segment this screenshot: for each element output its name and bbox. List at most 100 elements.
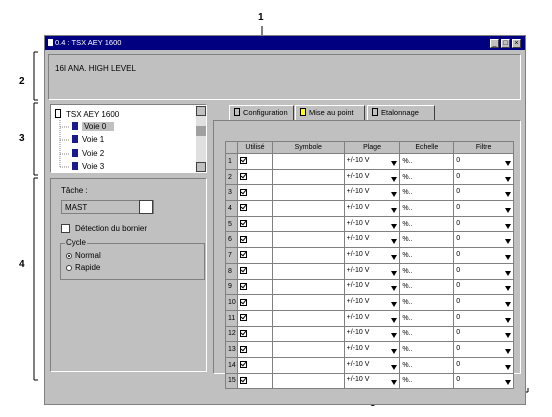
dropdown-arrow-icon[interactable] [391, 364, 398, 370]
filtre-cell[interactable]: 0 [453, 215, 514, 233]
filtre-cell[interactable]: 0 [453, 325, 514, 343]
plage-cell[interactable]: +/-10 V [343, 215, 401, 233]
plage-cell[interactable]: +/-10 V [343, 372, 401, 390]
check-icon[interactable] [239, 173, 247, 181]
maximize-button[interactable]: □ [501, 39, 510, 48]
utilise-cell[interactable] [236, 356, 273, 374]
symbole-cell[interactable] [271, 215, 345, 233]
filtre-cell[interactable]: 0 [453, 153, 514, 170]
symbole-cell[interactable] [271, 325, 345, 343]
dropdown-arrow-icon[interactable] [391, 302, 398, 308]
symbole-cell[interactable] [271, 184, 345, 202]
filtre-cell[interactable]: 0 [453, 168, 514, 186]
check-icon[interactable] [239, 188, 247, 196]
echelle-cell[interactable]: %.. [399, 231, 455, 249]
close-button[interactable]: × [512, 39, 521, 48]
filtre-cell[interactable]: 0 [453, 247, 514, 264]
dropdown-arrow-icon[interactable] [391, 207, 398, 213]
dropdown-arrow-icon[interactable] [505, 364, 511, 370]
utilise-cell[interactable] [236, 153, 273, 170]
dropdown-arrow-icon[interactable] [505, 223, 511, 229]
filtre-cell[interactable]: 0 [453, 341, 514, 358]
plage-cell[interactable]: +/-10 V [343, 341, 401, 358]
dropdown-arrow-icon[interactable] [391, 160, 398, 166]
symbole-cell[interactable] [271, 309, 345, 327]
filtre-cell[interactable]: 0 [453, 184, 514, 202]
dropdown-arrow-icon[interactable] [505, 207, 511, 213]
filtre-cell[interactable]: 0 [453, 372, 514, 390]
plage-cell[interactable]: +/-10 V [343, 309, 401, 327]
dropdown-arrow-icon[interactable] [505, 254, 511, 260]
utilise-cell[interactable] [236, 231, 273, 249]
symbole-cell[interactable] [271, 247, 345, 264]
dropdown-arrow-icon[interactable] [391, 176, 398, 182]
utilise-cell[interactable] [236, 294, 273, 311]
scroll-down-button[interactable] [196, 162, 206, 172]
plage-cell[interactable]: +/-10 V [343, 153, 401, 170]
plage-cell[interactable]: +/-10 V [343, 356, 401, 374]
echelle-cell[interactable]: %.. [399, 325, 455, 343]
symbole-cell[interactable] [271, 153, 345, 170]
plage-cell[interactable]: +/-10 V [343, 184, 401, 202]
tree-scrollbar[interactable] [196, 106, 206, 172]
tree-channel-0[interactable]: Voie 0 [72, 122, 115, 131]
dropdown-arrow-icon[interactable] [505, 317, 511, 323]
dropdown-arrow-icon[interactable] [391, 192, 398, 198]
check-icon[interactable] [239, 282, 247, 290]
tree-channel-3[interactable]: Voie 3 [72, 162, 104, 171]
check-icon[interactable] [239, 251, 247, 259]
utilise-cell[interactable] [236, 215, 273, 233]
check-icon[interactable] [239, 329, 247, 337]
echelle-cell[interactable]: %.. [399, 356, 455, 374]
echelle-cell[interactable]: %.. [399, 309, 455, 327]
filtre-cell[interactable]: 0 [453, 309, 514, 327]
dropdown-arrow-icon[interactable] [505, 192, 511, 198]
filtre-cell[interactable]: 0 [453, 231, 514, 249]
scroll-up-button[interactable] [196, 106, 206, 116]
dropdown-arrow-icon[interactable] [391, 317, 398, 323]
tab-mise-au-point[interactable]: Mise au point [295, 105, 365, 120]
check-icon[interactable] [239, 157, 247, 165]
echelle-cell[interactable]: %.. [399, 200, 455, 217]
symbole-cell[interactable] [271, 200, 345, 217]
symbole-cell[interactable] [271, 278, 345, 296]
plage-cell[interactable]: +/-10 V [343, 231, 401, 249]
utilise-cell[interactable] [236, 184, 273, 202]
dropdown-arrow-icon[interactable] [505, 176, 511, 182]
check-icon[interactable] [239, 298, 247, 306]
plage-cell[interactable]: +/-10 V [343, 200, 401, 217]
dropdown-arrow-icon[interactable] [505, 160, 511, 166]
check-icon[interactable] [239, 235, 247, 243]
check-icon[interactable] [239, 267, 247, 275]
dropdown-arrow-icon[interactable] [391, 254, 398, 260]
plage-cell[interactable]: +/-10 V [343, 168, 401, 186]
plage-cell[interactable]: +/-10 V [343, 294, 401, 311]
filtre-cell[interactable]: 0 [453, 278, 514, 296]
check-icon[interactable] [239, 204, 247, 212]
task-dropdown-button[interactable] [139, 200, 153, 214]
cycle-normal-radio[interactable]: Normal [66, 251, 101, 260]
utilise-cell[interactable] [236, 309, 273, 327]
symbole-cell[interactable] [271, 356, 345, 374]
utilise-cell[interactable] [236, 372, 273, 390]
dropdown-arrow-icon[interactable] [391, 239, 398, 245]
symbole-cell[interactable] [271, 341, 345, 358]
scroll-thumb[interactable] [196, 126, 206, 136]
filtre-cell[interactable]: 0 [453, 294, 514, 311]
utilise-cell[interactable] [236, 168, 273, 186]
echelle-cell[interactable]: %.. [399, 278, 455, 296]
dropdown-arrow-icon[interactable] [391, 349, 398, 355]
echelle-cell[interactable]: %.. [399, 153, 455, 170]
plage-cell[interactable]: +/-10 V [343, 325, 401, 343]
echelle-cell[interactable]: %.. [399, 215, 455, 233]
utilise-cell[interactable] [236, 341, 273, 358]
title-bar[interactable]: 0.4 : TSX AEY 1600 [45, 36, 525, 50]
check-icon[interactable] [239, 345, 247, 353]
check-icon[interactable] [239, 376, 247, 384]
dropdown-arrow-icon[interactable] [505, 380, 511, 386]
dropdown-arrow-icon[interactable] [391, 286, 398, 292]
utilise-cell[interactable] [236, 278, 273, 296]
symbole-cell[interactable] [271, 372, 345, 390]
filtre-cell[interactable]: 0 [453, 356, 514, 374]
cycle-rapide-radio[interactable]: Rapide [66, 263, 100, 272]
